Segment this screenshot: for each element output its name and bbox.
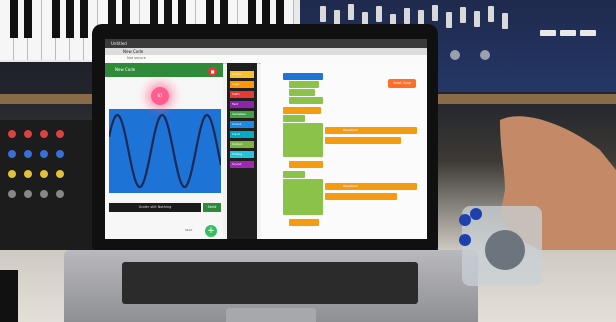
foreground-objects [0, 116, 616, 322]
device-knob [459, 214, 471, 226]
headphone-cable [0, 270, 18, 322]
device-speaker [485, 230, 525, 270]
device-knob [470, 208, 482, 220]
device-knob [459, 234, 471, 246]
photo-scene: Untitled New Code Not secure New Code ■ … [0, 0, 616, 322]
